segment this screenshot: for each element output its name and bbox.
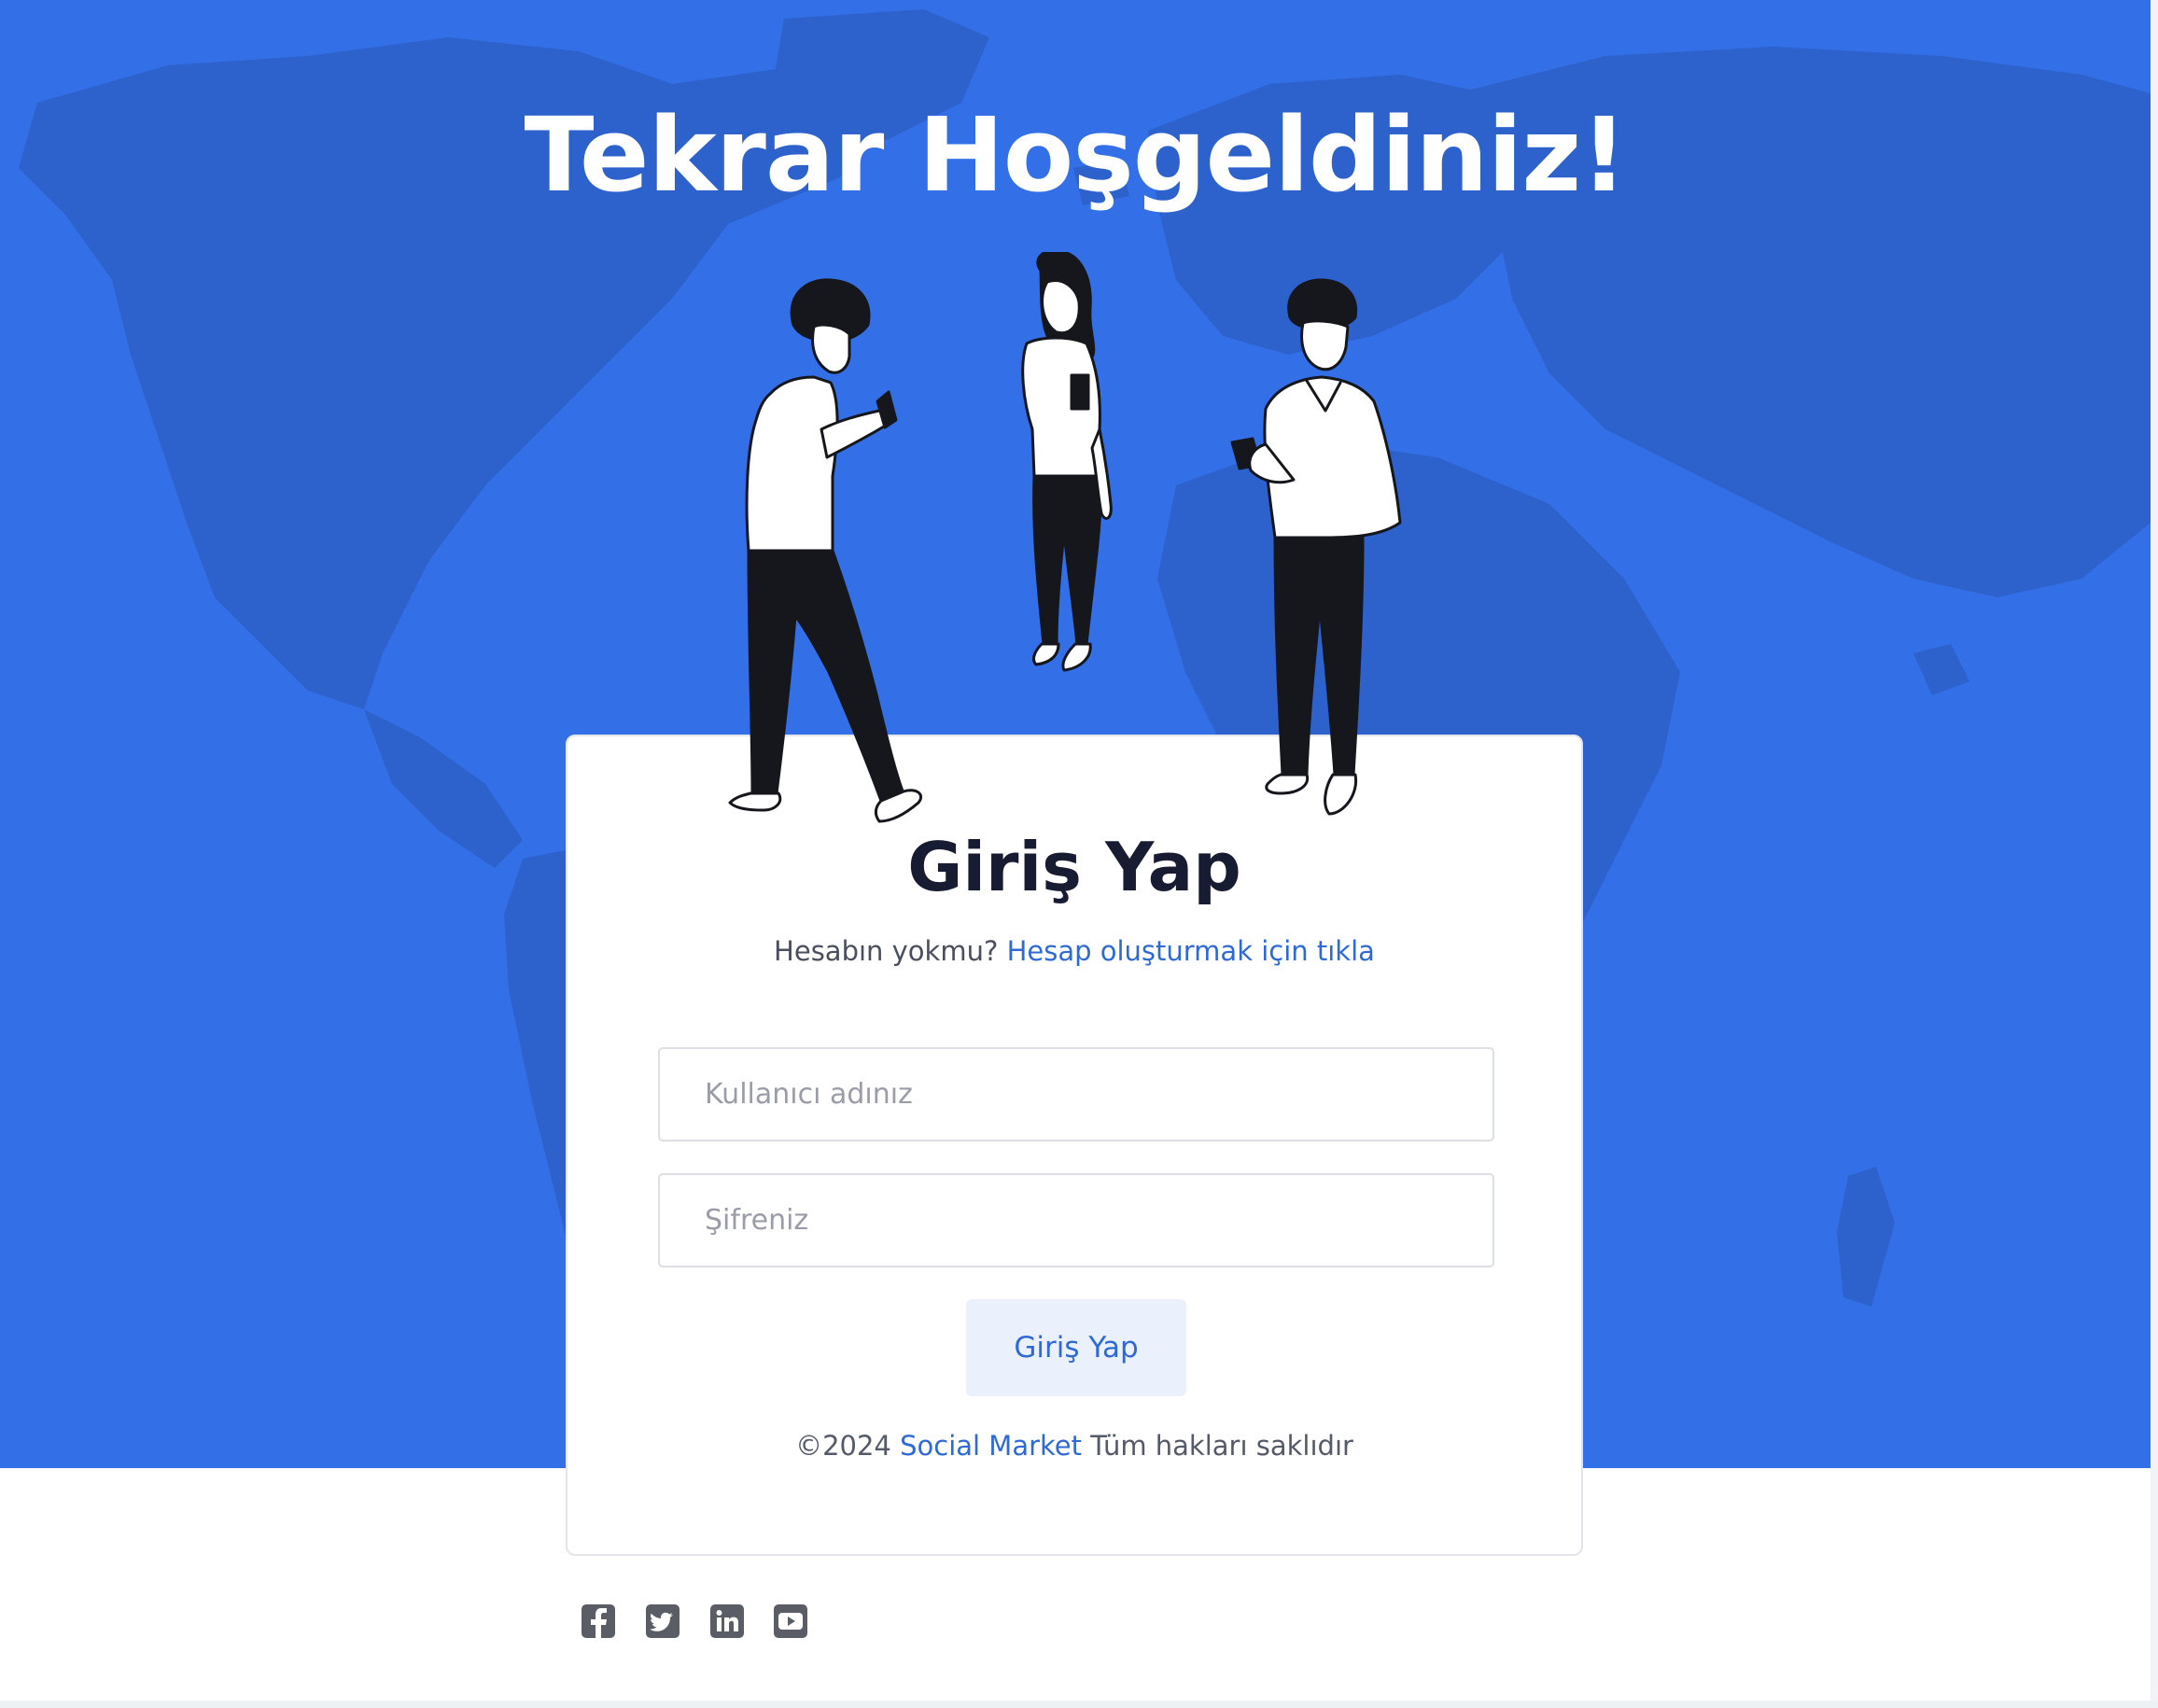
- walking-man-figure: [728, 278, 923, 823]
- youtube-icon[interactable]: [773, 1603, 808, 1639]
- login-title: Giriş Yap: [907, 828, 1241, 906]
- right-edge: [2151, 0, 2158, 1708]
- signup-link[interactable]: Hesap oluşturmak için tıkla: [1007, 935, 1375, 967]
- rights-text: Tüm hakları saklıdır: [1090, 1430, 1353, 1462]
- signup-prompt: Hesabın yokmu?: [774, 935, 999, 967]
- people-illustration: [728, 252, 1402, 823]
- twitter-icon[interactable]: [645, 1603, 680, 1639]
- copyright-year: ©2024: [795, 1430, 891, 1462]
- brand-link[interactable]: Social Market: [900, 1430, 1082, 1462]
- copyright-line: ©2024 Social Market Tüm hakları saklıdır: [568, 1427, 1581, 1464]
- facebook-icon[interactable]: [581, 1603, 616, 1639]
- standing-woman-figure: [1021, 252, 1113, 672]
- username-input[interactable]: [658, 1047, 1494, 1141]
- standing-man-figure: [1230, 278, 1402, 816]
- linkedin-icon[interactable]: [709, 1603, 745, 1639]
- login-button[interactable]: Giriş Yap: [966, 1299, 1186, 1396]
- login-card: Giriş Yap Hesabın yokmu? Hesap oluşturma…: [566, 735, 1583, 1556]
- welcome-title: Tekrar Hoşgeldiniz!: [524, 95, 1627, 215]
- password-input[interactable]: [658, 1173, 1494, 1267]
- signup-prompt-line: Hesabın yokmu? Hesap oluşturmak için tık…: [568, 932, 1581, 970]
- bottom-edge: [0, 1701, 2158, 1708]
